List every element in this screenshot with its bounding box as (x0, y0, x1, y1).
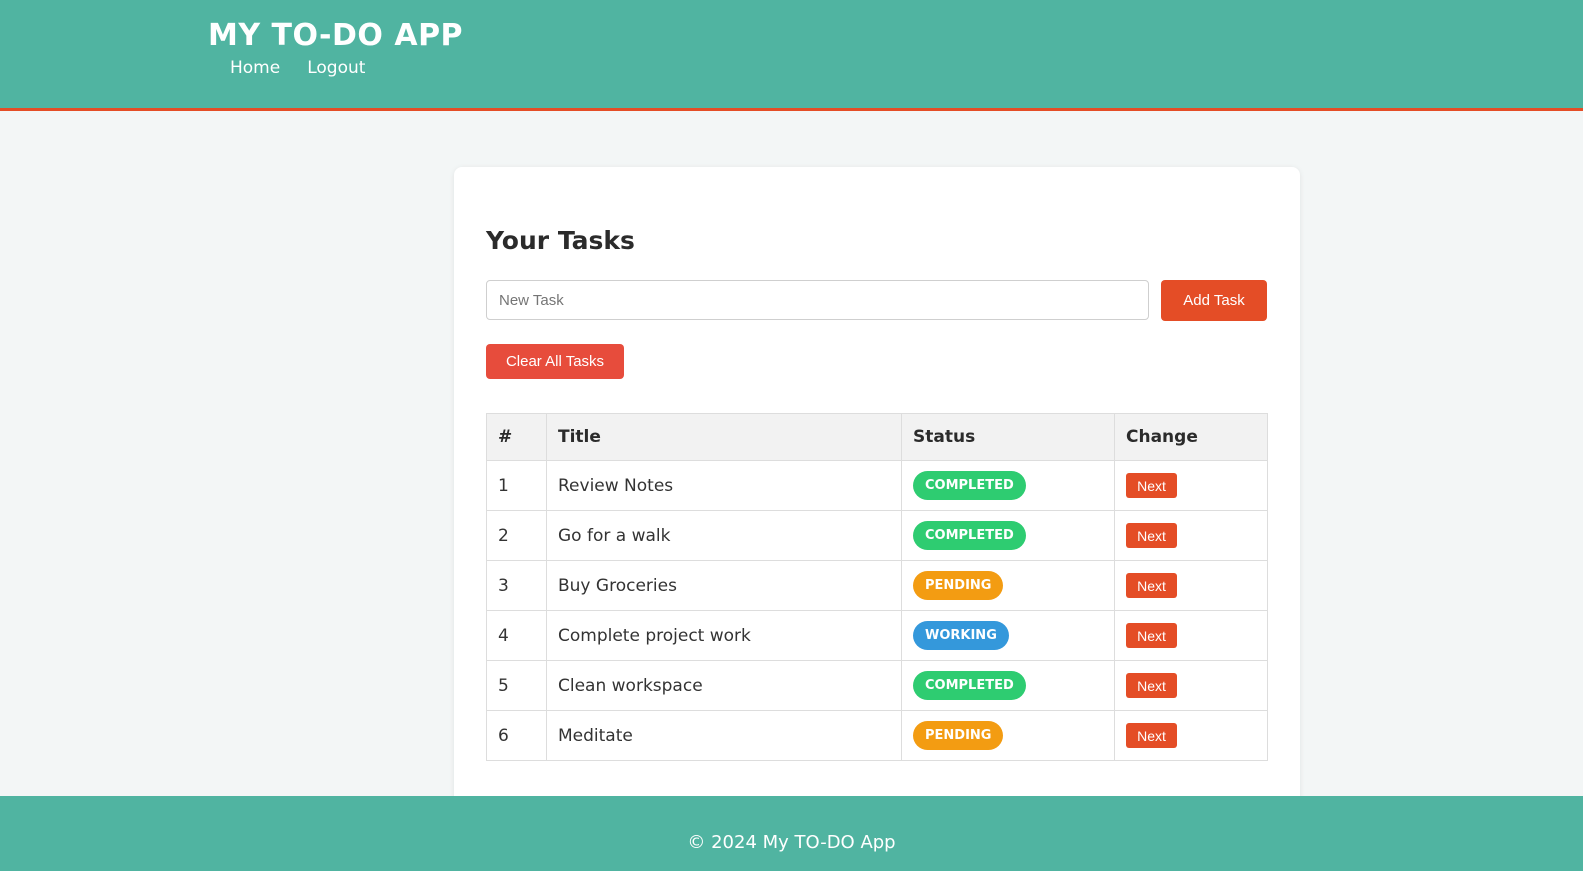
task-title: Clean workspace (546, 660, 902, 711)
change-cell: Next (1114, 460, 1268, 511)
table-row: 5 Clean workspace COMPLETED Next (486, 660, 1268, 711)
change-cell: Next (1114, 560, 1268, 611)
status-badge: PENDING (913, 571, 1004, 600)
status-cell: PENDING (901, 710, 1115, 761)
status-badge: WORKING (913, 621, 1009, 650)
change-cell: Next (1114, 610, 1268, 661)
nav-logout-link[interactable]: Logout (307, 57, 365, 79)
column-header-change: Change (1114, 413, 1268, 461)
task-number: 1 (486, 460, 547, 511)
task-title: Buy Groceries (546, 560, 902, 611)
task-title: Review Notes (546, 460, 902, 511)
app-header: MY TO-DO APP Home Logout (0, 0, 1583, 111)
table-row: 1 Review Notes COMPLETED Next (486, 460, 1268, 511)
change-cell: Next (1114, 660, 1268, 711)
table-row: 2 Go for a walk COMPLETED Next (486, 510, 1268, 561)
task-number: 4 (486, 610, 547, 661)
column-header-number: # (486, 413, 547, 461)
table-row: 6 Meditate PENDING Next (486, 710, 1268, 761)
column-header-title: Title (546, 413, 902, 461)
task-number: 2 (486, 510, 547, 561)
status-badge: COMPLETED (913, 471, 1026, 500)
task-number: 3 (486, 560, 547, 611)
task-title: Complete project work (546, 610, 902, 661)
main-nav: Home Logout (230, 57, 365, 79)
next-status-button[interactable]: Next (1126, 723, 1177, 748)
tasks-card: Your Tasks Add Task Clear All Tasks # Ti… (454, 167, 1300, 807)
app-footer: © 2024 My TO-DO App (0, 796, 1583, 871)
status-cell: COMPLETED (901, 460, 1115, 511)
next-status-button[interactable]: Next (1126, 473, 1177, 498)
next-status-button[interactable]: Next (1126, 623, 1177, 648)
task-title: Meditate (546, 710, 902, 761)
task-number: 6 (486, 710, 547, 761)
table-header-row: # Title Status Change (486, 413, 1268, 461)
next-status-button[interactable]: Next (1126, 573, 1177, 598)
tasks-table: # Title Status Change 1 Review Notes COM… (486, 413, 1268, 761)
table-row: 3 Buy Groceries PENDING Next (486, 560, 1268, 611)
column-header-status: Status (901, 413, 1115, 461)
copyright-text: © 2024 My TO-DO App (687, 832, 896, 853)
table-row: 4 Complete project work WORKING Next (486, 610, 1268, 661)
nav-home-link[interactable]: Home (230, 57, 280, 79)
status-badge: PENDING (913, 721, 1004, 750)
status-cell: WORKING (901, 610, 1115, 661)
status-badge: COMPLETED (913, 521, 1026, 550)
app-title: MY TO-DO APP (208, 18, 464, 53)
task-title: Go for a walk (546, 510, 902, 561)
add-task-button[interactable]: Add Task (1161, 280, 1267, 321)
change-cell: Next (1114, 510, 1268, 561)
status-cell: PENDING (901, 560, 1115, 611)
status-badge: COMPLETED (913, 671, 1026, 700)
next-status-button[interactable]: Next (1126, 523, 1177, 548)
next-status-button[interactable]: Next (1126, 673, 1177, 698)
clear-all-tasks-button[interactable]: Clear All Tasks (486, 344, 624, 379)
status-cell: COMPLETED (901, 510, 1115, 561)
task-number: 5 (486, 660, 547, 711)
page-title: Your Tasks (486, 226, 635, 255)
status-cell: COMPLETED (901, 660, 1115, 711)
new-task-input[interactable] (486, 280, 1149, 320)
change-cell: Next (1114, 710, 1268, 761)
